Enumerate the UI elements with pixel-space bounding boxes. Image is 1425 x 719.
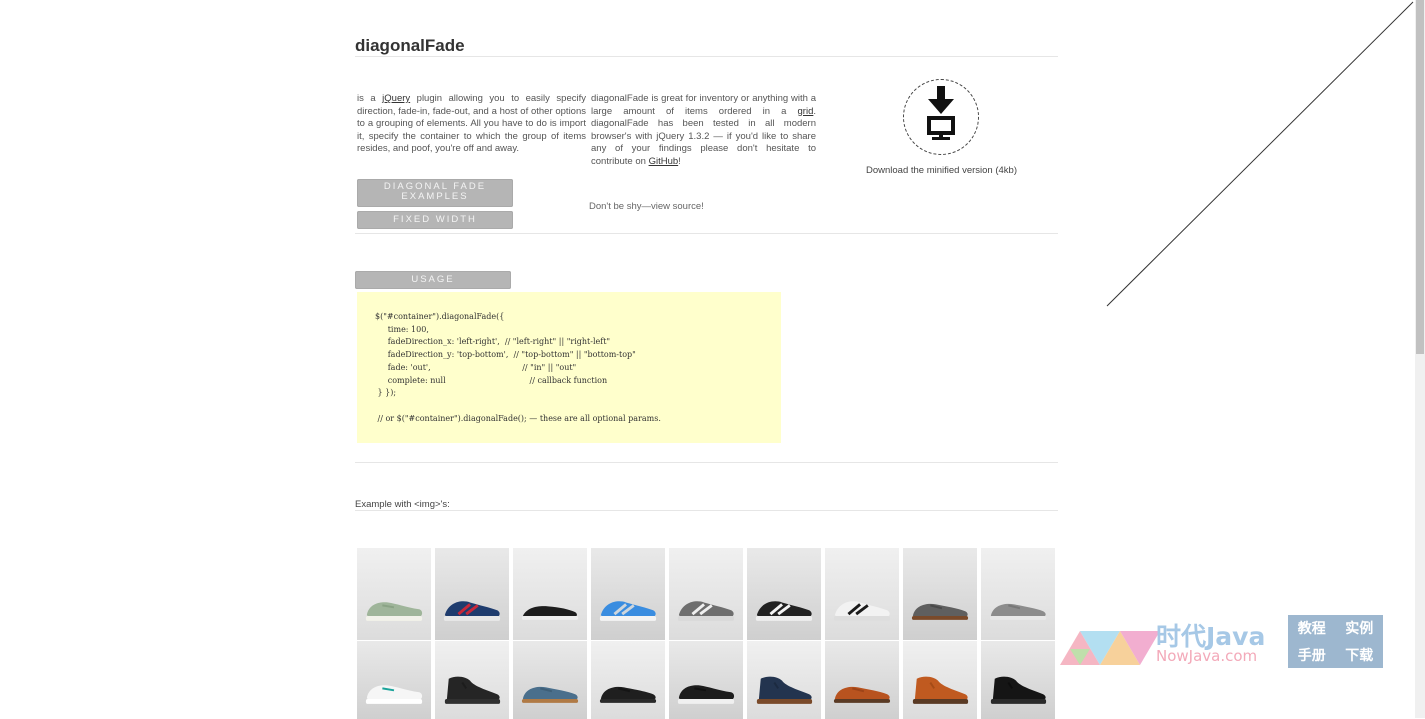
shoe-image xyxy=(833,601,891,621)
page-title: diagonalFade xyxy=(355,36,465,55)
shoe-image-tile[interactable] xyxy=(357,548,431,640)
fixed-width-button[interactable]: FIXED WIDTH xyxy=(357,211,513,229)
watermark: 时代Java NowJava.com 教程 实例 手册 下载 xyxy=(1060,615,1390,670)
shoe-image-tile[interactable] xyxy=(357,641,431,719)
shoe-image-tile[interactable] xyxy=(903,641,977,719)
intro-column-1: is a jQuery plugin allowing you to easil… xyxy=(357,93,586,156)
shoe-image xyxy=(989,603,1047,620)
intro-column-2: diagonalFade is great for inventory or a… xyxy=(591,93,816,169)
shoe-image xyxy=(755,601,813,621)
shoe-image xyxy=(833,686,891,703)
shoe-image xyxy=(365,685,423,704)
diagonal-decoration-line xyxy=(1106,1,1414,307)
shoe-image xyxy=(521,686,579,703)
shoe-image xyxy=(365,602,423,621)
intro-text: diagonalFade is great for inventory or a… xyxy=(591,93,816,117)
shoe-image-tile[interactable] xyxy=(903,548,977,640)
usage-button[interactable]: USAGE xyxy=(355,271,511,289)
divider xyxy=(355,510,1058,511)
nowjava-logo-icon xyxy=(1060,631,1160,665)
shoe-image-tile[interactable] xyxy=(825,548,899,640)
shoe-image-tile[interactable] xyxy=(591,548,665,640)
shoe-image xyxy=(912,676,969,704)
shoe-image-tile[interactable] xyxy=(435,548,509,640)
github-link[interactable]: GitHub xyxy=(649,156,679,167)
shoe-image xyxy=(756,676,813,704)
watermark-menu-item: 下载 xyxy=(1345,647,1374,664)
shoe-image xyxy=(444,676,501,704)
download-button[interactable] xyxy=(903,79,979,155)
shoe-image-grid xyxy=(357,548,1058,719)
shoe-image-tile[interactable] xyxy=(981,641,1055,719)
view-source-note: Don't be shy—view source! xyxy=(589,201,704,212)
jquery-link[interactable]: jQuery xyxy=(382,93,410,104)
shoe-image-tile[interactable] xyxy=(825,641,899,719)
divider xyxy=(355,56,1058,57)
shoe-image-tile[interactable] xyxy=(591,641,665,719)
intro-text: ! xyxy=(678,155,681,167)
shoe-image xyxy=(599,601,657,621)
grid-link[interactable]: grid xyxy=(798,106,814,117)
shoe-image xyxy=(443,601,501,621)
watermark-menu-item: 手册 xyxy=(1297,647,1326,664)
watermark-menu: 教程 实例 手册 下载 xyxy=(1288,615,1383,668)
scrollbar-thumb[interactable] xyxy=(1416,0,1424,354)
diagonal-fade-examples-button[interactable]: DIAGONAL FADE EXAMPLES xyxy=(357,179,513,207)
shoe-image-tile[interactable] xyxy=(747,548,821,640)
shoe-image xyxy=(521,606,579,620)
example-heading: Example with <img>'s: xyxy=(355,499,450,510)
watermark-menu-item: 实例 xyxy=(1345,621,1374,638)
shoe-image xyxy=(677,685,735,704)
download-label[interactable]: Download the minified version (4kb) xyxy=(860,165,1023,176)
scrollbar-track[interactable] xyxy=(1415,0,1425,718)
shoe-image-tile[interactable] xyxy=(981,548,1055,640)
intro-text: is a xyxy=(357,93,383,104)
shoe-image-tile[interactable] xyxy=(669,641,743,719)
shoe-image xyxy=(911,603,969,620)
shoe-image-tile[interactable] xyxy=(435,641,509,719)
divider xyxy=(355,462,1058,463)
shoe-image xyxy=(990,676,1047,704)
shoe-image xyxy=(677,601,735,621)
shoe-image xyxy=(599,686,657,703)
shoe-image-tile[interactable] xyxy=(747,641,821,719)
download-to-computer-icon xyxy=(927,86,955,140)
watermark-menu-item: 教程 xyxy=(1297,621,1326,638)
usage-code-block: $("#container").diagonalFade({ time: 100… xyxy=(357,292,781,443)
divider xyxy=(355,233,1058,234)
shoe-image-tile[interactable] xyxy=(513,548,587,640)
usage-code: $("#container").diagonalFade({ time: 100… xyxy=(375,312,661,423)
shoe-image-tile[interactable] xyxy=(669,548,743,640)
watermark-brand-en: NowJava.com xyxy=(1156,647,1258,665)
shoe-image-tile[interactable] xyxy=(513,641,587,719)
